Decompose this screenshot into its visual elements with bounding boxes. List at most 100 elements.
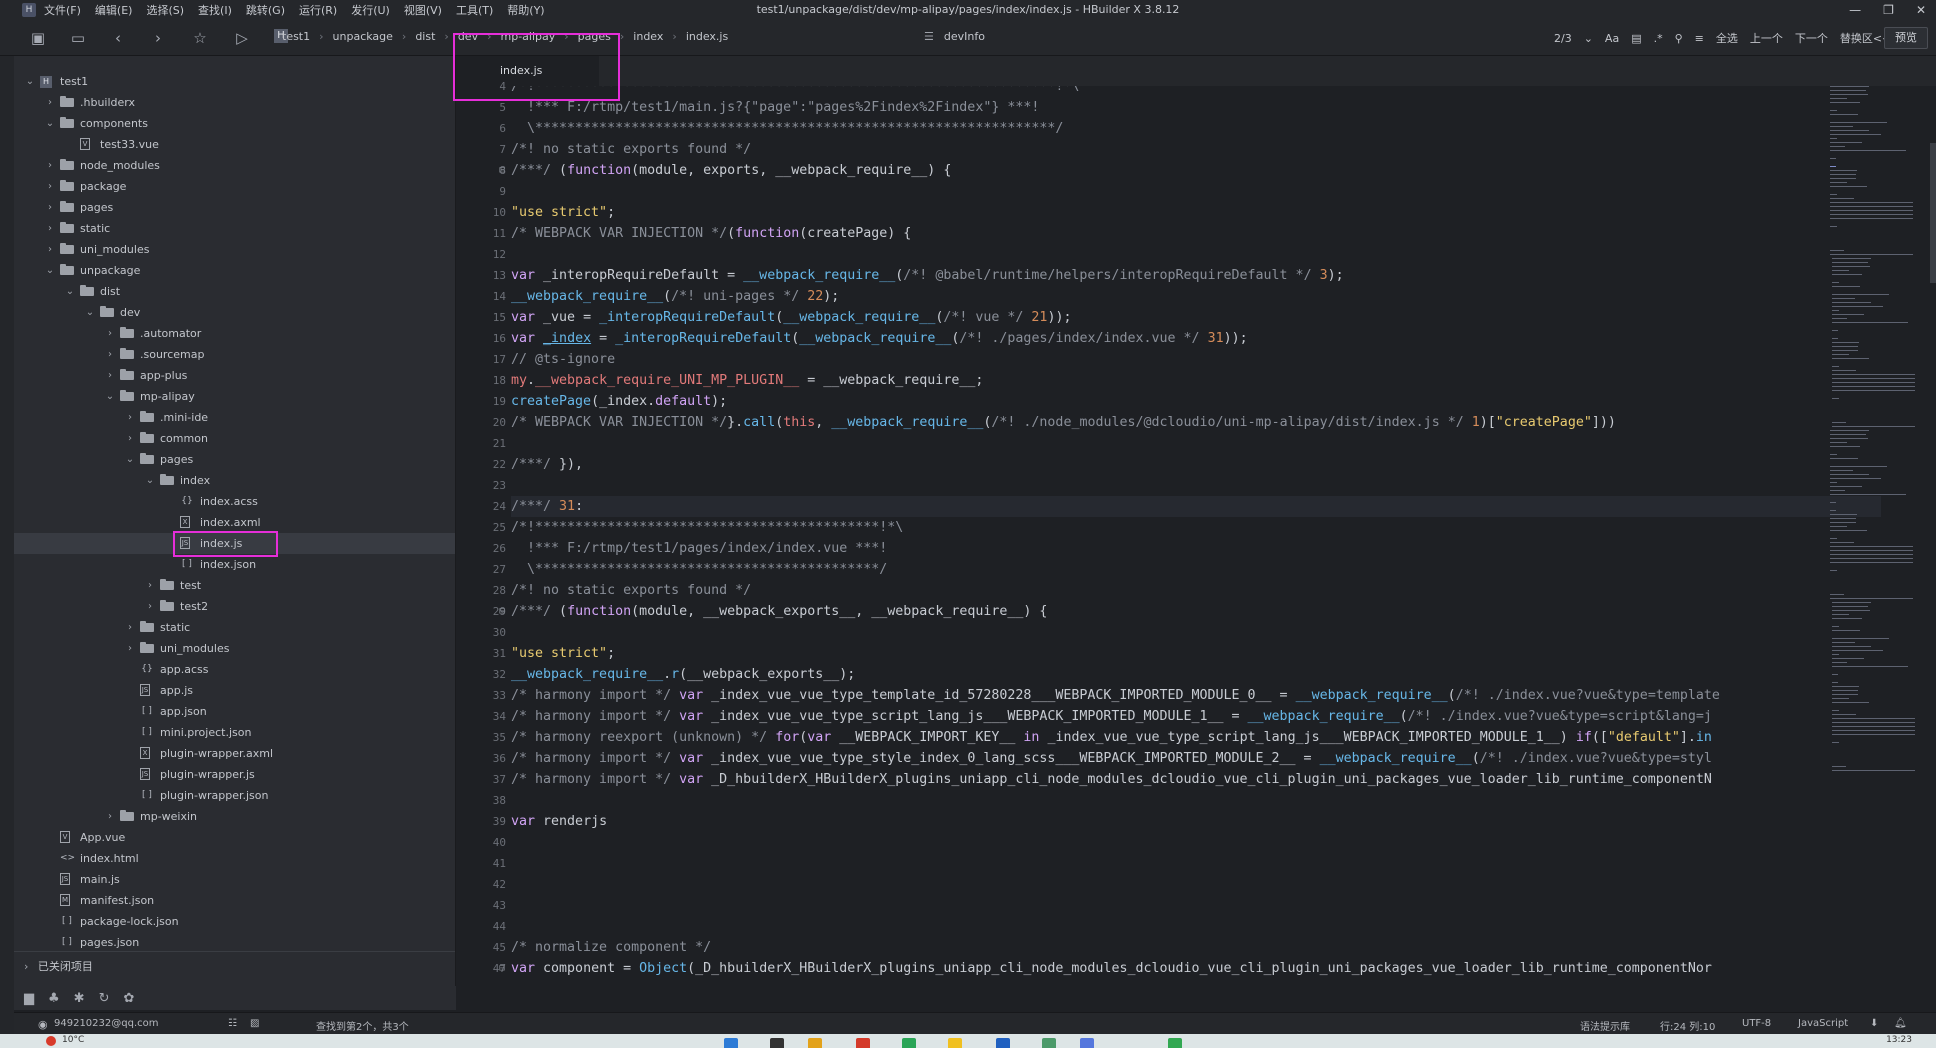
back-icon[interactable]: ‹ (108, 28, 128, 48)
breadcrumb-item[interactable]: pages (578, 30, 611, 43)
encoding-label[interactable]: UTF-8 (1742, 1018, 1771, 1029)
select-all-button[interactable]: 全选 (1716, 30, 1738, 46)
chevron-right-icon[interactable]: › (44, 92, 56, 113)
chevron-right-icon[interactable]: › (44, 218, 56, 239)
code-line[interactable]: createPage(_index.default); (511, 391, 727, 412)
code-line[interactable]: "use strict"; (511, 202, 615, 223)
breadcrumb-item[interactable]: index.js (686, 30, 728, 43)
syntax-hint-label[interactable]: 语法提示库 (1580, 1018, 1630, 1033)
chevron-down-icon[interactable]: ⌄ (84, 302, 96, 323)
chevron-right-icon[interactable]: › (44, 155, 56, 176)
code-line[interactable]: !*** F:/rtmp/test1/main.js?{"page":"page… (511, 97, 1039, 118)
sync-icon[interactable]: ↻ (99, 991, 110, 1006)
tree-item[interactable]: › mp-weixin (14, 806, 455, 827)
debug-icon[interactable]: ♣ (48, 991, 60, 1006)
chevron-down-icon[interactable]: ⌄ (1584, 32, 1593, 45)
chevron-right-icon[interactable]: › (124, 428, 136, 449)
scrollbar-thumb[interactable] (1930, 143, 1936, 283)
tree-item[interactable]: ⌄ dist (14, 281, 455, 302)
menu-item[interactable]: 发行(U) (351, 2, 390, 18)
preview-button[interactable]: 预览 (1884, 27, 1928, 49)
tree-item[interactable]: [ ] app.json (14, 701, 455, 722)
tree-item[interactable]: [ ] pages.json (14, 932, 455, 953)
tree-item[interactable]: Xindex.axml (14, 512, 455, 533)
menu-item[interactable]: 工具(T) (456, 2, 493, 18)
code-line[interactable]: \***************************************… (511, 118, 1063, 139)
tree-item[interactable]: › static (14, 617, 455, 638)
chevron-right-icon[interactable]: › (144, 575, 156, 596)
tree-item[interactable]: JS index.js (14, 533, 455, 554)
chevron-right-icon[interactable]: › (124, 407, 136, 428)
code-line[interactable]: /*! no static exports found */ (511, 580, 751, 601)
language-label[interactable]: JavaScript (1798, 1018, 1848, 1029)
code-line[interactable]: /* normalize component */ (511, 937, 711, 958)
new-file-icon[interactable]: ▣ (28, 28, 48, 48)
breadcrumb-item[interactable]: unpackage (333, 30, 393, 43)
bell-icon[interactable]: 🔔︎ (1894, 1018, 1907, 1029)
chevron-right-icon[interactable]: › (104, 323, 116, 344)
tree-item[interactable]: › node_modules (14, 155, 455, 176)
code-line[interactable]: var _interopRequireDefault = __webpack_r… (511, 265, 1344, 286)
devinfo-label[interactable]: devInfo (944, 30, 985, 43)
code-line[interactable]: /* harmony import */ var _index_vue_vue_… (511, 685, 1720, 706)
search-icon[interactable] (770, 1038, 784, 1048)
image-icon[interactable]: ▨ (250, 1018, 259, 1029)
browser-icon[interactable] (856, 1038, 870, 1048)
chevron-right-icon[interactable]: › (44, 197, 56, 218)
app2-taskbar-icon[interactable] (996, 1038, 1010, 1048)
tree-item[interactable]: JS app.js (14, 680, 455, 701)
code-line[interactable]: /*!*************************************… (511, 517, 903, 538)
tree-item[interactable]: › .automator (14, 323, 455, 344)
code-line[interactable]: /*!*************************************… (511, 86, 1079, 97)
tree-item[interactable]: JS main.js (14, 869, 455, 890)
app5-taskbar-icon[interactable] (1168, 1038, 1182, 1048)
fold-toggle-icon[interactable]: ⊟ (499, 165, 505, 176)
code-line[interactable]: "use strict"; (511, 643, 615, 664)
chevron-down-icon[interactable]: ⌄ (44, 260, 56, 281)
code-line[interactable]: /* WEBPACK VAR INJECTION */(function(cre… (511, 223, 911, 244)
whole-word-icon[interactable]: ▤ (1631, 32, 1641, 45)
run-icon[interactable]: ▷ (232, 28, 252, 48)
code-line[interactable]: /***/ 31: (511, 496, 1881, 517)
plugin-icon[interactable]: ✿ (123, 991, 134, 1006)
download-icon[interactable]: ⬇ (1870, 1018, 1878, 1029)
tree-item[interactable]: Mmanifest.json (14, 890, 455, 911)
app4-taskbar-icon[interactable] (1080, 1038, 1094, 1048)
code-line[interactable]: /* harmony import */ var _index_vue_vue_… (511, 748, 1712, 769)
fold-toggle-icon[interactable]: ⊟ (499, 963, 505, 974)
code-line[interactable]: var _index = _interopRequireDefault(__we… (511, 328, 1248, 349)
chevron-down-icon[interactable]: ⌄ (24, 71, 36, 92)
chevron-right-icon[interactable]: › (104, 806, 116, 827)
folder-taskbar-icon[interactable] (808, 1038, 822, 1048)
tree-item[interactable]: › .mini-ide (14, 407, 455, 428)
account-label[interactable]: 949210232@qq.com (54, 1018, 159, 1029)
code-line[interactable]: var component = Object(_D_hbuilderX_HBui… (511, 958, 1712, 979)
menu-item[interactable]: 选择(S) (146, 2, 184, 18)
chevron-down-icon[interactable]: ⌄ (144, 470, 156, 491)
tree-item[interactable]: › test2 (14, 596, 455, 617)
list-icon[interactable]: ≡ (1695, 32, 1704, 45)
maximize-button[interactable]: ❐ (1883, 3, 1894, 17)
menu-item[interactable]: 帮助(Y) (507, 2, 544, 18)
menu-item[interactable]: 视图(V) (404, 2, 442, 18)
case-sensitive-button[interactable]: Aa (1605, 32, 1619, 45)
breadcrumb-item[interactable]: dist (415, 30, 435, 43)
close-window-button[interactable]: ✕ (1916, 3, 1926, 17)
tree-item[interactable]: [ ] package-lock.json (14, 911, 455, 932)
tree-item[interactable]: › uni_modules (14, 638, 455, 659)
chevron-right-icon[interactable]: › (124, 638, 136, 659)
menu-item[interactable]: 文件(F) (44, 2, 81, 18)
code-line[interactable]: /***/ (function(module, __webpack_export… (511, 601, 1047, 622)
tree-item[interactable]: <> index.html (14, 848, 455, 869)
chevron-down-icon[interactable]: ⌄ (64, 281, 76, 302)
tree-item[interactable]: › pages (14, 197, 455, 218)
tree-item[interactable]: {} app.acss (14, 659, 455, 680)
code-line[interactable]: /* harmony reexport (unknown) */ for(var… (511, 727, 1712, 748)
chevron-right-icon[interactable]: › (124, 617, 136, 638)
tree-item[interactable]: › .hbuilderx (14, 92, 455, 113)
code-line[interactable]: var renderjs (511, 811, 607, 832)
chevron-right-icon[interactable]: › (104, 365, 116, 386)
code-line[interactable]: /* harmony import */ var _D_hbuilderX_HB… (511, 769, 1712, 790)
tree-item[interactable]: [ ] mini.project.json (14, 722, 455, 743)
tree-item[interactable]: {} index.acss (14, 491, 455, 512)
